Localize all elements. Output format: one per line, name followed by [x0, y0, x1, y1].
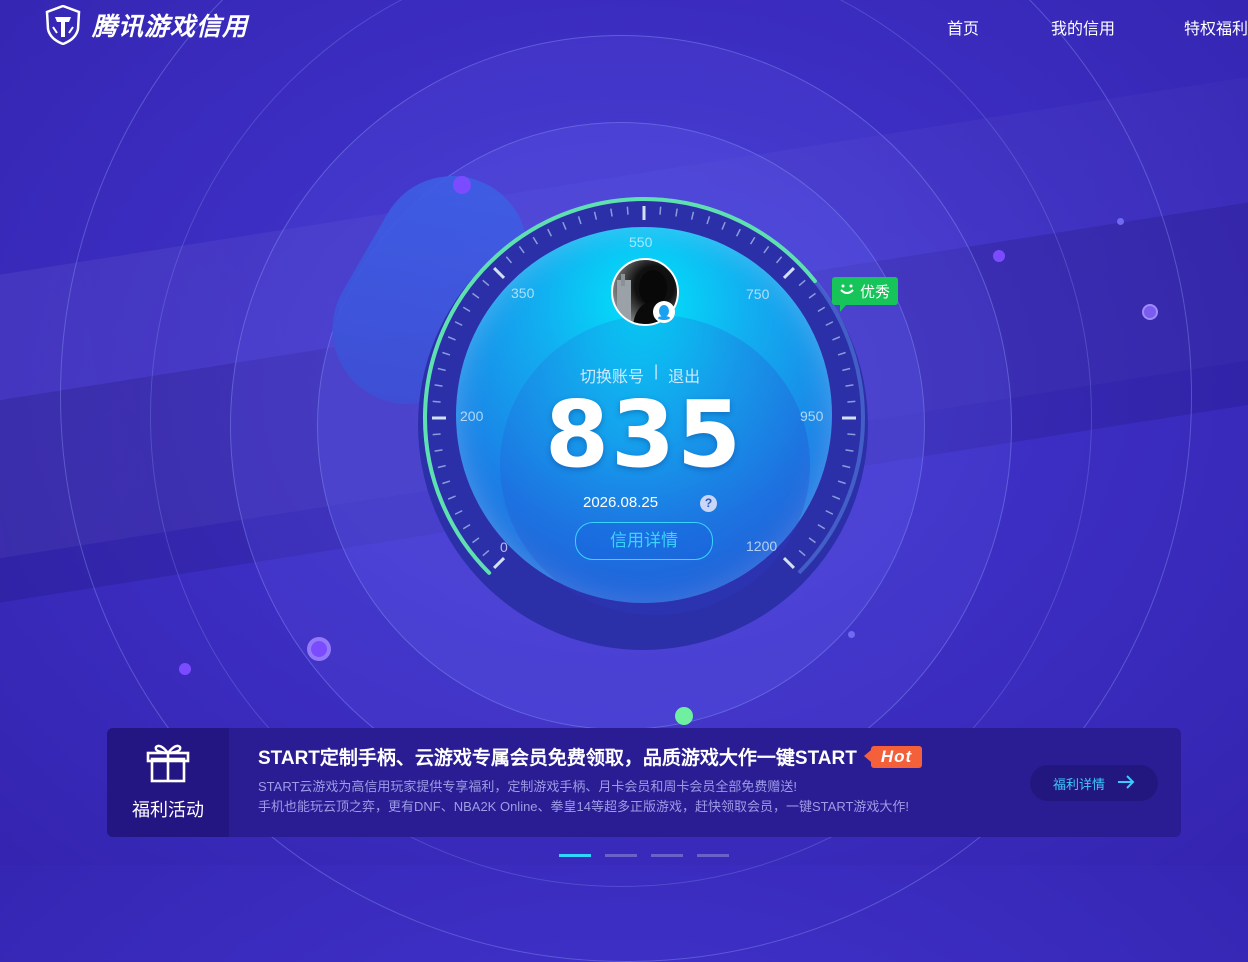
gauge-tick	[847, 400, 856, 403]
gauge-tick	[437, 367, 446, 372]
gauge-tick	[817, 523, 826, 530]
gauge-tick	[626, 206, 629, 215]
tick-label-750: 750	[746, 286, 770, 302]
gauge-tick	[434, 449, 443, 452]
gauge-tick	[447, 336, 456, 341]
rating-label: 优秀	[860, 283, 891, 301]
tick-label-550: 550	[629, 234, 653, 250]
benefit-detail-button[interactable]: 福利详情	[1030, 765, 1158, 801]
gauge-tick	[825, 321, 834, 327]
gauge-tick	[837, 480, 846, 485]
tick-label-1200: 1200	[746, 538, 778, 554]
gauge-tick	[482, 549, 490, 557]
gauge-tick	[842, 464, 851, 469]
carousel-pager	[559, 854, 729, 857]
gauge-tick	[447, 495, 456, 500]
gauge-tick	[798, 549, 806, 557]
tick-label-350: 350	[511, 285, 535, 301]
gauge-tick	[462, 306, 471, 313]
gauge-tick	[493, 556, 506, 569]
gauge-tick	[454, 509, 463, 515]
banner-desc-line: 手机也能玩云顶之弈，更有DNF、NBA2K Online、拳皇14等超多正版游戏…	[258, 799, 910, 814]
gauge-tick	[518, 246, 525, 254]
gauge-tick	[808, 537, 816, 544]
banner-description: START云游戏为高信用玩家提供专享福利，定制游戏手柄、月卡会员和周卡会员全部免…	[258, 777, 909, 817]
benefit-detail-label: 福利详情	[1052, 776, 1105, 792]
tick-label-200: 200	[460, 408, 484, 424]
arrow-right-icon	[1117, 774, 1135, 792]
gauge-tick	[432, 400, 441, 403]
gauge-tick	[547, 228, 553, 237]
smile-icon	[838, 280, 856, 302]
gauge-tick	[472, 292, 480, 299]
gauge-tick	[721, 221, 726, 230]
qq-penguin-icon	[653, 301, 675, 323]
gauge-tick	[808, 292, 816, 299]
banner-title-text: START定制手柄、云游戏专属会员免费领取，品质游戏大作一键START	[258, 748, 857, 769]
help-icon[interactable]: ?	[700, 495, 717, 512]
gauge-tick	[690, 211, 695, 220]
gauge-tick	[706, 216, 711, 225]
gift-icon	[146, 743, 190, 788]
gauge-tick	[454, 321, 463, 327]
gauge-tick	[845, 384, 854, 387]
gauge-tick	[610, 208, 613, 217]
gauge-tick	[837, 351, 846, 356]
gauge-tick	[434, 384, 443, 387]
gauge-tick	[472, 537, 480, 544]
rating-badge: 优秀	[832, 277, 899, 312]
pager-dot[interactable]	[605, 854, 637, 857]
credit-score: 835	[544, 381, 744, 488]
gauge-tick	[493, 267, 506, 280]
banner-title: START定制手柄、云游戏专属会员免费领取，品质游戏大作一键START Hot	[258, 743, 923, 770]
gauge-tick	[735, 228, 741, 237]
pager-dot[interactable]	[697, 854, 729, 857]
gauge-tick	[482, 279, 490, 287]
gauge-tick	[532, 236, 539, 245]
tick-label-0: 0	[500, 539, 508, 555]
gauge-tick	[562, 221, 567, 230]
gauge-tick	[775, 256, 783, 264]
benefit-section-tab[interactable]: 福利活动	[107, 728, 229, 837]
gauge-tick	[749, 236, 756, 245]
gauge-tick	[847, 433, 856, 436]
gauge-tick	[782, 556, 795, 569]
benefit-section-label: 福利活动	[132, 800, 204, 820]
hot-badge: Hot	[863, 745, 923, 768]
gauge-tick	[505, 256, 513, 264]
gauge-tick	[437, 464, 446, 469]
gauge-tick	[442, 351, 451, 356]
gauge-tick	[442, 480, 451, 485]
gauge-tick	[817, 306, 826, 313]
benefit-banner: 福利活动 START定制手柄、云游戏专属会员免费领取，品质游戏大作一键START…	[107, 728, 1181, 837]
credit-detail-button[interactable]: 信用详情	[575, 522, 713, 560]
gauge-tick	[832, 495, 841, 500]
gauge-tick	[462, 523, 471, 530]
gauge-tick	[798, 279, 806, 287]
gauge-tick	[782, 267, 795, 280]
score-date: 2026.08.25	[583, 494, 659, 511]
gauge-tick	[577, 216, 582, 225]
gauge-tick	[675, 208, 678, 217]
banner-desc-line: START云游戏为高信用玩家提供专享福利，定制游戏手柄、月卡会员和周卡会员全部免…	[258, 779, 798, 794]
gauge-tick	[845, 449, 854, 452]
gauge-tick	[659, 206, 662, 215]
gauge-tick	[825, 509, 834, 515]
gauge-tick	[432, 433, 441, 436]
gauge-tick	[593, 211, 598, 220]
tick-label-950: 950	[800, 408, 824, 424]
pager-dot[interactable]	[559, 854, 591, 857]
gauge-tick	[842, 367, 851, 372]
pager-dot[interactable]	[651, 854, 683, 857]
gauge-tick	[763, 246, 770, 254]
gauge-tick	[832, 336, 841, 341]
